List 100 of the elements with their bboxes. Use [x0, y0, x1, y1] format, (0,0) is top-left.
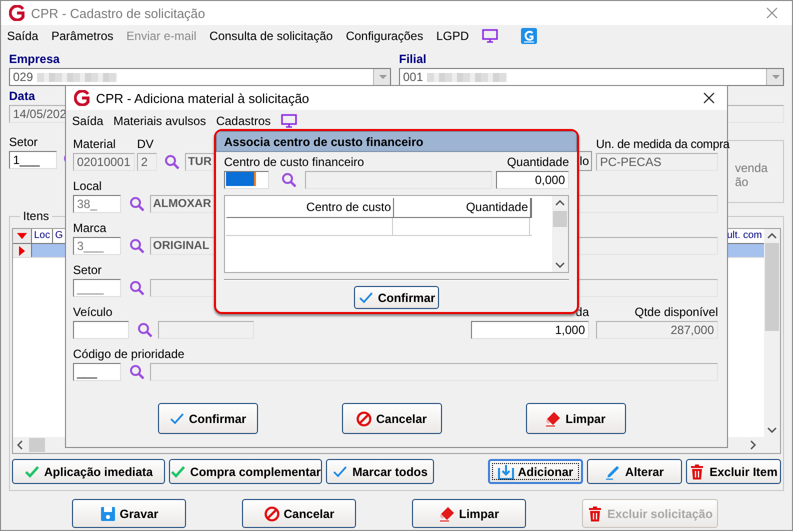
input-field[interactable]: 38_ [73, 195, 121, 213]
scroll-right-icon[interactable] [750, 440, 756, 450]
scroll-up-icon[interactable] [767, 233, 777, 239]
field-label: Empresa [9, 52, 60, 66]
scroll-left-icon[interactable] [17, 440, 23, 450]
action-button[interactable]: Adicionar [488, 459, 583, 484]
trash-icon [587, 506, 604, 522]
window-title: CPR - Adiciona material à solicitação [96, 90, 310, 106]
column-header[interactable]: Centro de custo [227, 198, 394, 217]
menu-item[interactable]: Parâmetros [51, 29, 114, 43]
field-label: Local [73, 179, 102, 193]
close-icon[interactable] [703, 92, 715, 104]
check-icon [24, 464, 40, 480]
search-icon[interactable] [129, 238, 145, 254]
row-pointer-icon [19, 246, 25, 256]
scroll-thumb[interactable] [553, 211, 567, 227]
input-field[interactable]: ____ [73, 279, 121, 297]
action-button[interactable]: Confirmar [354, 286, 439, 309]
search-icon[interactable] [129, 196, 145, 212]
field-label: Quantidade [506, 155, 569, 169]
action-button[interactable]: Confirmar [158, 403, 258, 434]
vertical-scrollbar[interactable] [552, 196, 568, 272]
no-entry-icon [356, 410, 372, 426]
field-label: Centro de custo financeiro [224, 155, 364, 169]
monitor-icon[interactable] [280, 114, 297, 128]
option-label: venda [735, 161, 769, 175]
action-button[interactable]: Cancelar [242, 499, 356, 528]
search-icon[interactable] [164, 154, 180, 170]
field-label: Marca [73, 221, 106, 235]
input-field[interactable]: ___ [73, 363, 121, 381]
dropdown-field[interactable]: 029 [9, 68, 391, 86]
input-field[interactable]: 02010001 [73, 153, 135, 171]
field-label: Código de prioridade [73, 347, 184, 361]
scroll-down-icon[interactable] [555, 262, 565, 268]
menu-item[interactable]: Saída [7, 29, 38, 43]
input-field[interactable]: 0,000 [496, 171, 569, 189]
input-field[interactable]: PC-PECAS [596, 153, 718, 171]
menu-item[interactable]: Configurações [346, 29, 424, 43]
group-label: Itens [22, 209, 50, 223]
field-label: Qtde disponível [634, 305, 718, 319]
column-header[interactable]: Quantidade [394, 198, 531, 217]
column-header[interactable]: Loc [32, 229, 54, 243]
tray-arrow-icon [498, 464, 514, 480]
action-button[interactable]: Limpar [412, 499, 526, 528]
text-selection [226, 172, 256, 186]
input-field[interactable] [150, 363, 718, 381]
search-icon[interactable] [129, 280, 145, 296]
scroll-thumb[interactable] [29, 438, 45, 452]
vertical-scrollbar[interactable] [764, 229, 780, 437]
action-button[interactable]: Cancelar [342, 403, 442, 434]
check-icon [332, 464, 348, 480]
field-label: da [576, 305, 589, 319]
option-label: ão [735, 175, 750, 189]
field-label: Data [9, 89, 36, 103]
search-icon[interactable] [137, 322, 153, 338]
input-field[interactable]: 2 [137, 153, 157, 171]
input-field[interactable]: 1,000 [471, 321, 589, 339]
input-field[interactable]: 1___ [9, 151, 57, 169]
input-field[interactable] [73, 321, 129, 339]
app-logo-icon [74, 90, 90, 106]
input-field[interactable] [224, 171, 269, 189]
input-field[interactable]: 3___ [73, 237, 121, 255]
field-label: Filial [399, 52, 426, 66]
search-icon[interactable] [281, 172, 297, 188]
input-field[interactable]: 287,000 [596, 321, 718, 339]
scroll-thumb[interactable] [765, 243, 779, 331]
action-button[interactable]: Marcar todos [326, 459, 434, 484]
dropdown-field[interactable]: 001 [399, 68, 784, 86]
menu-item[interactable]: Materiais avulsos [113, 114, 206, 128]
action-button[interactable]: Excluir Item [686, 459, 781, 484]
field-label: Material [73, 137, 116, 151]
field-label: Setor [73, 263, 102, 277]
menu-item[interactable]: Cadastros [216, 114, 271, 128]
menu-item[interactable]: Consulta de solicitação [209, 29, 333, 43]
window-title: Associa centro de custo financeiro [216, 131, 577, 152]
check-icon [358, 290, 374, 306]
field-label: Un. de medida da compra [596, 137, 730, 151]
scroll-up-icon[interactable] [555, 200, 565, 206]
field-label: Veículo [73, 305, 112, 319]
input-field[interactable] [158, 321, 254, 339]
action-button[interactable]: Gravar [72, 499, 186, 528]
menu-item[interactable]: LGPD [436, 29, 469, 43]
action-button[interactable]: Compra complementar [169, 459, 322, 484]
check-icon [168, 410, 185, 426]
monitor-icon[interactable] [482, 29, 498, 43]
pencil-icon [605, 464, 622, 480]
input-field[interactable] [305, 171, 492, 189]
action-button[interactable]: Aplicação imediata [12, 459, 165, 484]
app-logo-icon [9, 5, 25, 21]
app-logo-icon[interactable] [520, 28, 537, 44]
trash-icon [689, 464, 706, 480]
scroll-down-icon[interactable] [767, 427, 777, 433]
eraser-icon [545, 410, 562, 426]
sort-button[interactable] [13, 229, 32, 243]
check-icon [170, 464, 186, 480]
action-button[interactable]: Alterar [587, 459, 682, 484]
window-title: CPR - Cadastro de solicitação [31, 6, 206, 20]
sort-down-icon [17, 233, 27, 239]
search-icon[interactable] [129, 364, 145, 380]
action-button[interactable]: Limpar [526, 403, 626, 434]
